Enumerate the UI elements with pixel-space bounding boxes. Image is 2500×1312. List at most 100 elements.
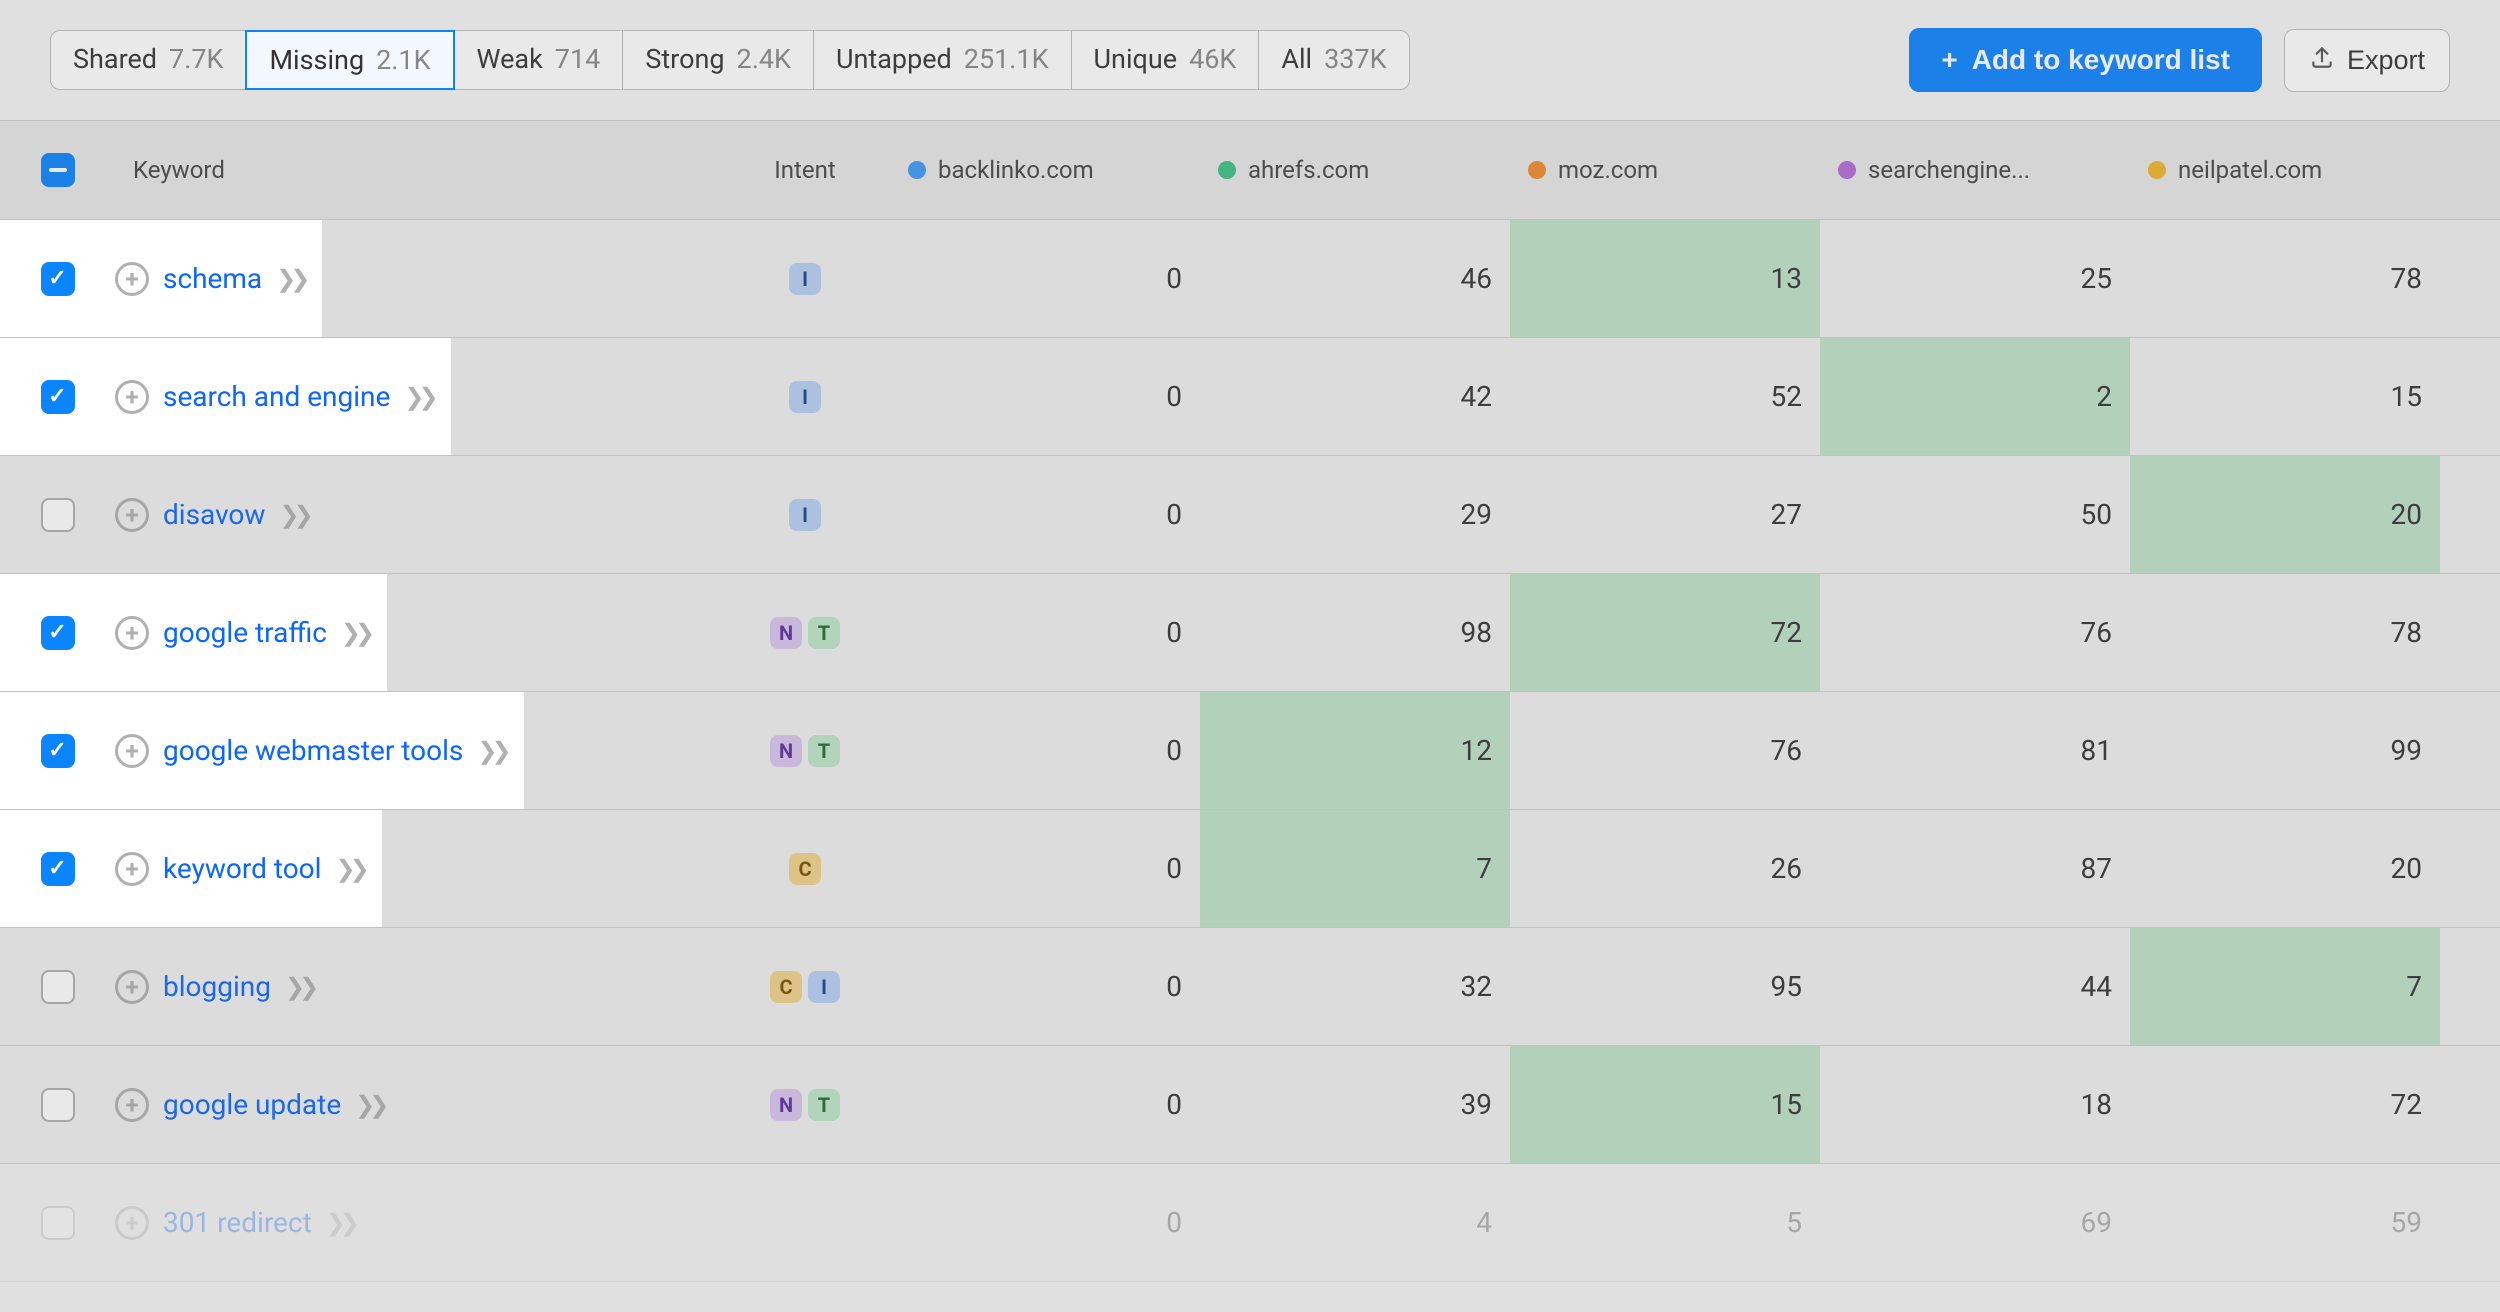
toolbar: Shared7.7KMissing2.1KWeak714Strong2.4KUn… [0, 0, 2500, 120]
chevron-right-icon[interactable]: ❯❯ [355, 1091, 383, 1119]
row-checkbox[interactable] [41, 1206, 75, 1240]
row-checkbox-cell[interactable] [0, 456, 115, 573]
header-comp-2[interactable]: moz.com [1510, 121, 1820, 219]
row-checkbox[interactable] [41, 616, 75, 650]
row-checkbox-cell[interactable] [0, 692, 115, 809]
value-cell: 52 [1510, 338, 1820, 455]
header-comp-3[interactable]: searchengine... [1820, 121, 2130, 219]
chevron-right-icon[interactable]: ❯❯ [341, 619, 369, 647]
chevron-right-icon[interactable]: ❯❯ [285, 973, 313, 1001]
keyword-link[interactable]: disavow [163, 498, 265, 531]
value-cell: 46 [1200, 220, 1510, 337]
select-all-checkbox[interactable] [41, 153, 75, 187]
add-keyword-icon[interactable]: + [115, 380, 149, 414]
filter-tab-missing[interactable]: Missing 2.1K [245, 30, 454, 90]
add-keyword-icon[interactable]: + [115, 1206, 149, 1240]
value-cell: 4 [1200, 1164, 1510, 1281]
filter-count: 714 [555, 43, 601, 75]
row-checkbox-cell[interactable] [0, 338, 115, 455]
value-cell: 44 [1820, 928, 2130, 1045]
filter-tab-strong[interactable]: Strong2.4K [622, 30, 814, 90]
dot-icon [1528, 161, 1546, 179]
header-intent[interactable]: Intent [720, 121, 890, 219]
intent-cell: I [720, 456, 890, 573]
value-cell: 0 [890, 810, 1200, 927]
row-checkbox[interactable] [41, 970, 75, 1004]
header-comp-4[interactable]: neilpatel.com [2130, 121, 2440, 219]
row-checkbox-cell[interactable] [0, 574, 115, 691]
keyword-table: Keyword Intent backlinko.com ahrefs.com … [0, 120, 2500, 1282]
value-cell: 81 [1820, 692, 2130, 809]
export-button[interactable]: Export [2284, 29, 2450, 92]
chevron-right-icon[interactable]: ❯❯ [326, 1209, 354, 1237]
value-cell: 27 [1510, 456, 1820, 573]
add-keyword-icon[interactable]: + [115, 262, 149, 296]
value-cell: 32 [1200, 928, 1510, 1045]
add-keyword-icon[interactable]: + [115, 734, 149, 768]
filter-tab-all[interactable]: All337K [1258, 30, 1409, 90]
row-checkbox[interactable] [41, 734, 75, 768]
filter-tab-weak[interactable]: Weak 714 [454, 30, 624, 90]
chevron-right-icon[interactable]: ❯❯ [279, 501, 307, 529]
intent-badge-N: N [770, 617, 802, 649]
filter-label: Strong [645, 43, 724, 75]
filter-tab-shared[interactable]: Shared7.7K [50, 30, 246, 90]
filter-tab-untapped[interactable]: Untapped251.1K [813, 30, 1072, 90]
filter-count: 7.7K [169, 43, 223, 75]
keyword-link[interactable]: google webmaster tools [163, 734, 463, 767]
row-checkbox[interactable] [41, 498, 75, 532]
value-cell: 18 [1820, 1046, 2130, 1163]
add-keyword-icon[interactable]: + [115, 970, 149, 1004]
add-keyword-icon[interactable]: + [115, 852, 149, 886]
filter-tab-unique[interactable]: Unique46K [1071, 30, 1260, 90]
filter-label: Weak [477, 43, 543, 75]
table-row: +google update❯❯NT039151872 [0, 1046, 2500, 1164]
add-keyword-icon[interactable]: + [115, 616, 149, 650]
table-row: +google traffic❯❯NT098727678 [0, 574, 2500, 692]
keyword-link[interactable]: search and engine [163, 380, 390, 413]
intent-badge-T: T [808, 617, 840, 649]
row-checkbox[interactable] [41, 380, 75, 414]
keyword-link[interactable]: 301 redirect [163, 1206, 312, 1239]
row-checkbox[interactable] [41, 852, 75, 886]
header-comp-0[interactable]: backlinko.com [890, 121, 1200, 219]
add-to-keyword-list-button[interactable]: + Add to keyword list [1909, 28, 2262, 92]
row-checkbox-cell[interactable] [0, 810, 115, 927]
keyword-link[interactable]: google traffic [163, 616, 327, 649]
value-cell: 13 [1510, 220, 1820, 337]
chevron-right-icon[interactable]: ❯❯ [477, 737, 505, 765]
table-row: +schema❯❯I046132578 [0, 220, 2500, 338]
row-checkbox[interactable] [41, 262, 75, 296]
filter-count: 2.1K [376, 44, 430, 76]
chevron-right-icon[interactable]: ❯❯ [335, 855, 363, 883]
keyword-link[interactable]: keyword tool [163, 852, 321, 885]
add-keyword-icon[interactable]: + [115, 498, 149, 532]
filter-label: Missing [269, 44, 364, 76]
keyword-link[interactable]: schema [163, 262, 262, 295]
header-comp-1[interactable]: ahrefs.com [1200, 121, 1510, 219]
row-checkbox-cell[interactable] [0, 1046, 115, 1163]
header-volume[interactable]: Vo [2440, 121, 2500, 219]
intent-badge-I: I [789, 499, 821, 531]
value-cell-overflow [2440, 928, 2500, 1045]
value-cell: 25 [1820, 220, 2130, 337]
row-checkbox[interactable] [41, 1088, 75, 1122]
header-select-all[interactable] [0, 121, 115, 219]
row-checkbox-cell[interactable] [0, 220, 115, 337]
row-checkbox-cell[interactable] [0, 1164, 115, 1281]
keyword-cell: + search and engine ❯❯ [115, 338, 720, 455]
table-row: +blogging❯❯CI03295447 [0, 928, 2500, 1046]
header-keyword[interactable]: Keyword [115, 121, 720, 219]
chevron-right-icon[interactable]: ❯❯ [276, 265, 304, 293]
chevron-right-icon[interactable]: ❯❯ [404, 383, 432, 411]
keyword-link[interactable]: blogging [163, 970, 271, 1003]
keyword-cell: + blogging ❯❯ [115, 928, 720, 1045]
value-cell: 39 [1200, 1046, 1510, 1163]
keyword-link[interactable]: google update [163, 1088, 341, 1121]
table-row: +search and engine❯❯I04252215 [0, 338, 2500, 456]
intent-badge-T: T [808, 735, 840, 767]
add-keyword-icon[interactable]: + [115, 1088, 149, 1122]
row-checkbox-cell[interactable] [0, 928, 115, 1045]
table-row: +google webmaster tools❯❯NT012768199 [0, 692, 2500, 810]
value-cell: 29 [1200, 456, 1510, 573]
